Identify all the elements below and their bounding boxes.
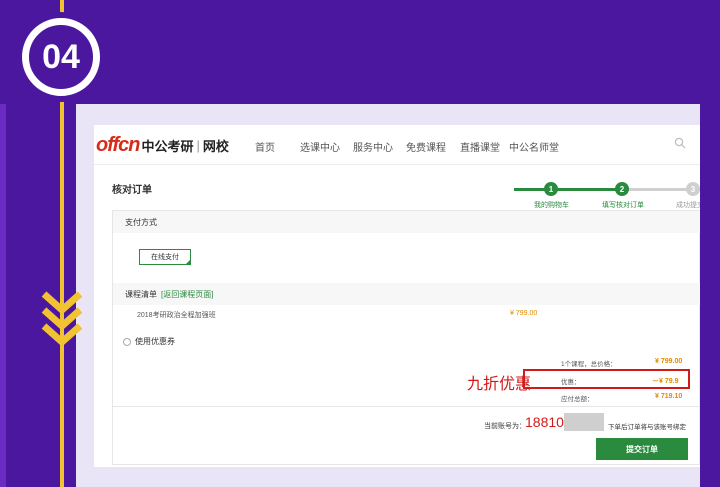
account-label: 当前账号为： (484, 423, 526, 430)
site-navbar: offcn 中公考研 | 网校 首页 选课中心 服务中心 免费课程 直播课堂 中… (94, 125, 700, 165)
course-price: ¥ 799.00 (510, 310, 538, 317)
course-section-heading: 课程清单 [返回课程页面] (125, 289, 213, 300)
payment-section-title: 支付方式 (125, 218, 157, 227)
chevron-down-icon (41, 291, 83, 347)
course-name: 2018考研政治全程加强班 (137, 312, 216, 319)
progress-label-done: 成功提交 (676, 202, 700, 209)
nav-item-courses[interactable]: 选课中心 (300, 139, 340, 154)
logo-brand: offcn (96, 133, 141, 156)
coupon-toggle[interactable]: 使用优惠券 (123, 336, 175, 347)
submit-order-button[interactable]: 提交订单 (596, 438, 688, 460)
logo-separator: | (196, 137, 200, 153)
online-payment-option[interactable]: 在线支付 (139, 249, 191, 265)
account-note: 下单后订单将与该账号绑定 (608, 424, 686, 431)
nav-item-service[interactable]: 服务中心 (353, 139, 393, 154)
course-section-header: 课程清单 [返回课程页面] (113, 283, 700, 305)
step-number: 04 (26, 22, 96, 92)
progress-label-confirm: 填写核对订单 (602, 202, 644, 209)
logo-cn-name: 中公考研 (141, 138, 194, 154)
totals-divider (112, 406, 700, 407)
nav-item-live[interactable]: 直播课堂 (460, 139, 500, 154)
summary-total-label: 1个课程，总价格： (561, 361, 617, 368)
online-payment-label: 在线支付 (151, 254, 179, 261)
summary-payable-value: ¥ 719.10 (655, 393, 683, 400)
page-title: 核对订单 (112, 185, 152, 196)
site-logo[interactable]: offcn 中公考研 | 网校 (96, 133, 229, 156)
nav-item-free[interactable]: 免费课程 (406, 139, 446, 154)
right-rail (700, 104, 720, 487)
logo-site-name: 网校 (202, 138, 229, 154)
back-to-course-link[interactable]: [返回课程页面] (161, 290, 213, 299)
coupon-label: 使用优惠券 (135, 337, 175, 346)
progress-step-3: 3 (686, 182, 700, 196)
discount-callout: 九折优惠 (467, 376, 532, 393)
payment-section-header: 支付方式 (113, 211, 700, 233)
search-icon[interactable] (674, 137, 686, 149)
order-progress: 1 2 3 我的购物车 填写核对订单 成功提交 (514, 180, 700, 212)
progress-step-1: 1 (544, 182, 558, 196)
account-mask (564, 413, 604, 431)
progress-step-2: 2 (615, 182, 629, 196)
summary-payable-label: 应付总额： (561, 396, 594, 403)
summary-discount-label: 优惠： (561, 379, 581, 386)
left-rail-edge (0, 104, 6, 487)
order-page-screenshot: offcn 中公考研 | 网校 首页 选课中心 服务中心 免费课程 直播课堂 中… (94, 125, 700, 467)
course-section-title: 课程清单 (125, 290, 157, 299)
nav-item-home[interactable]: 首页 (255, 139, 275, 154)
nav-item-teachers[interactable]: 中公名师堂 (509, 139, 559, 154)
selected-check-icon (185, 259, 191, 265)
progress-line-done (514, 188, 624, 191)
step-badge: 04 (16, 12, 106, 102)
progress-label-cart: 我的购物车 (534, 202, 569, 209)
coupon-radio-icon[interactable] (123, 337, 131, 346)
summary-total-value: ¥ 799.00 (655, 358, 683, 365)
summary-discount-value: －¥ 79.9 (652, 378, 679, 385)
top-banner (0, 0, 720, 104)
